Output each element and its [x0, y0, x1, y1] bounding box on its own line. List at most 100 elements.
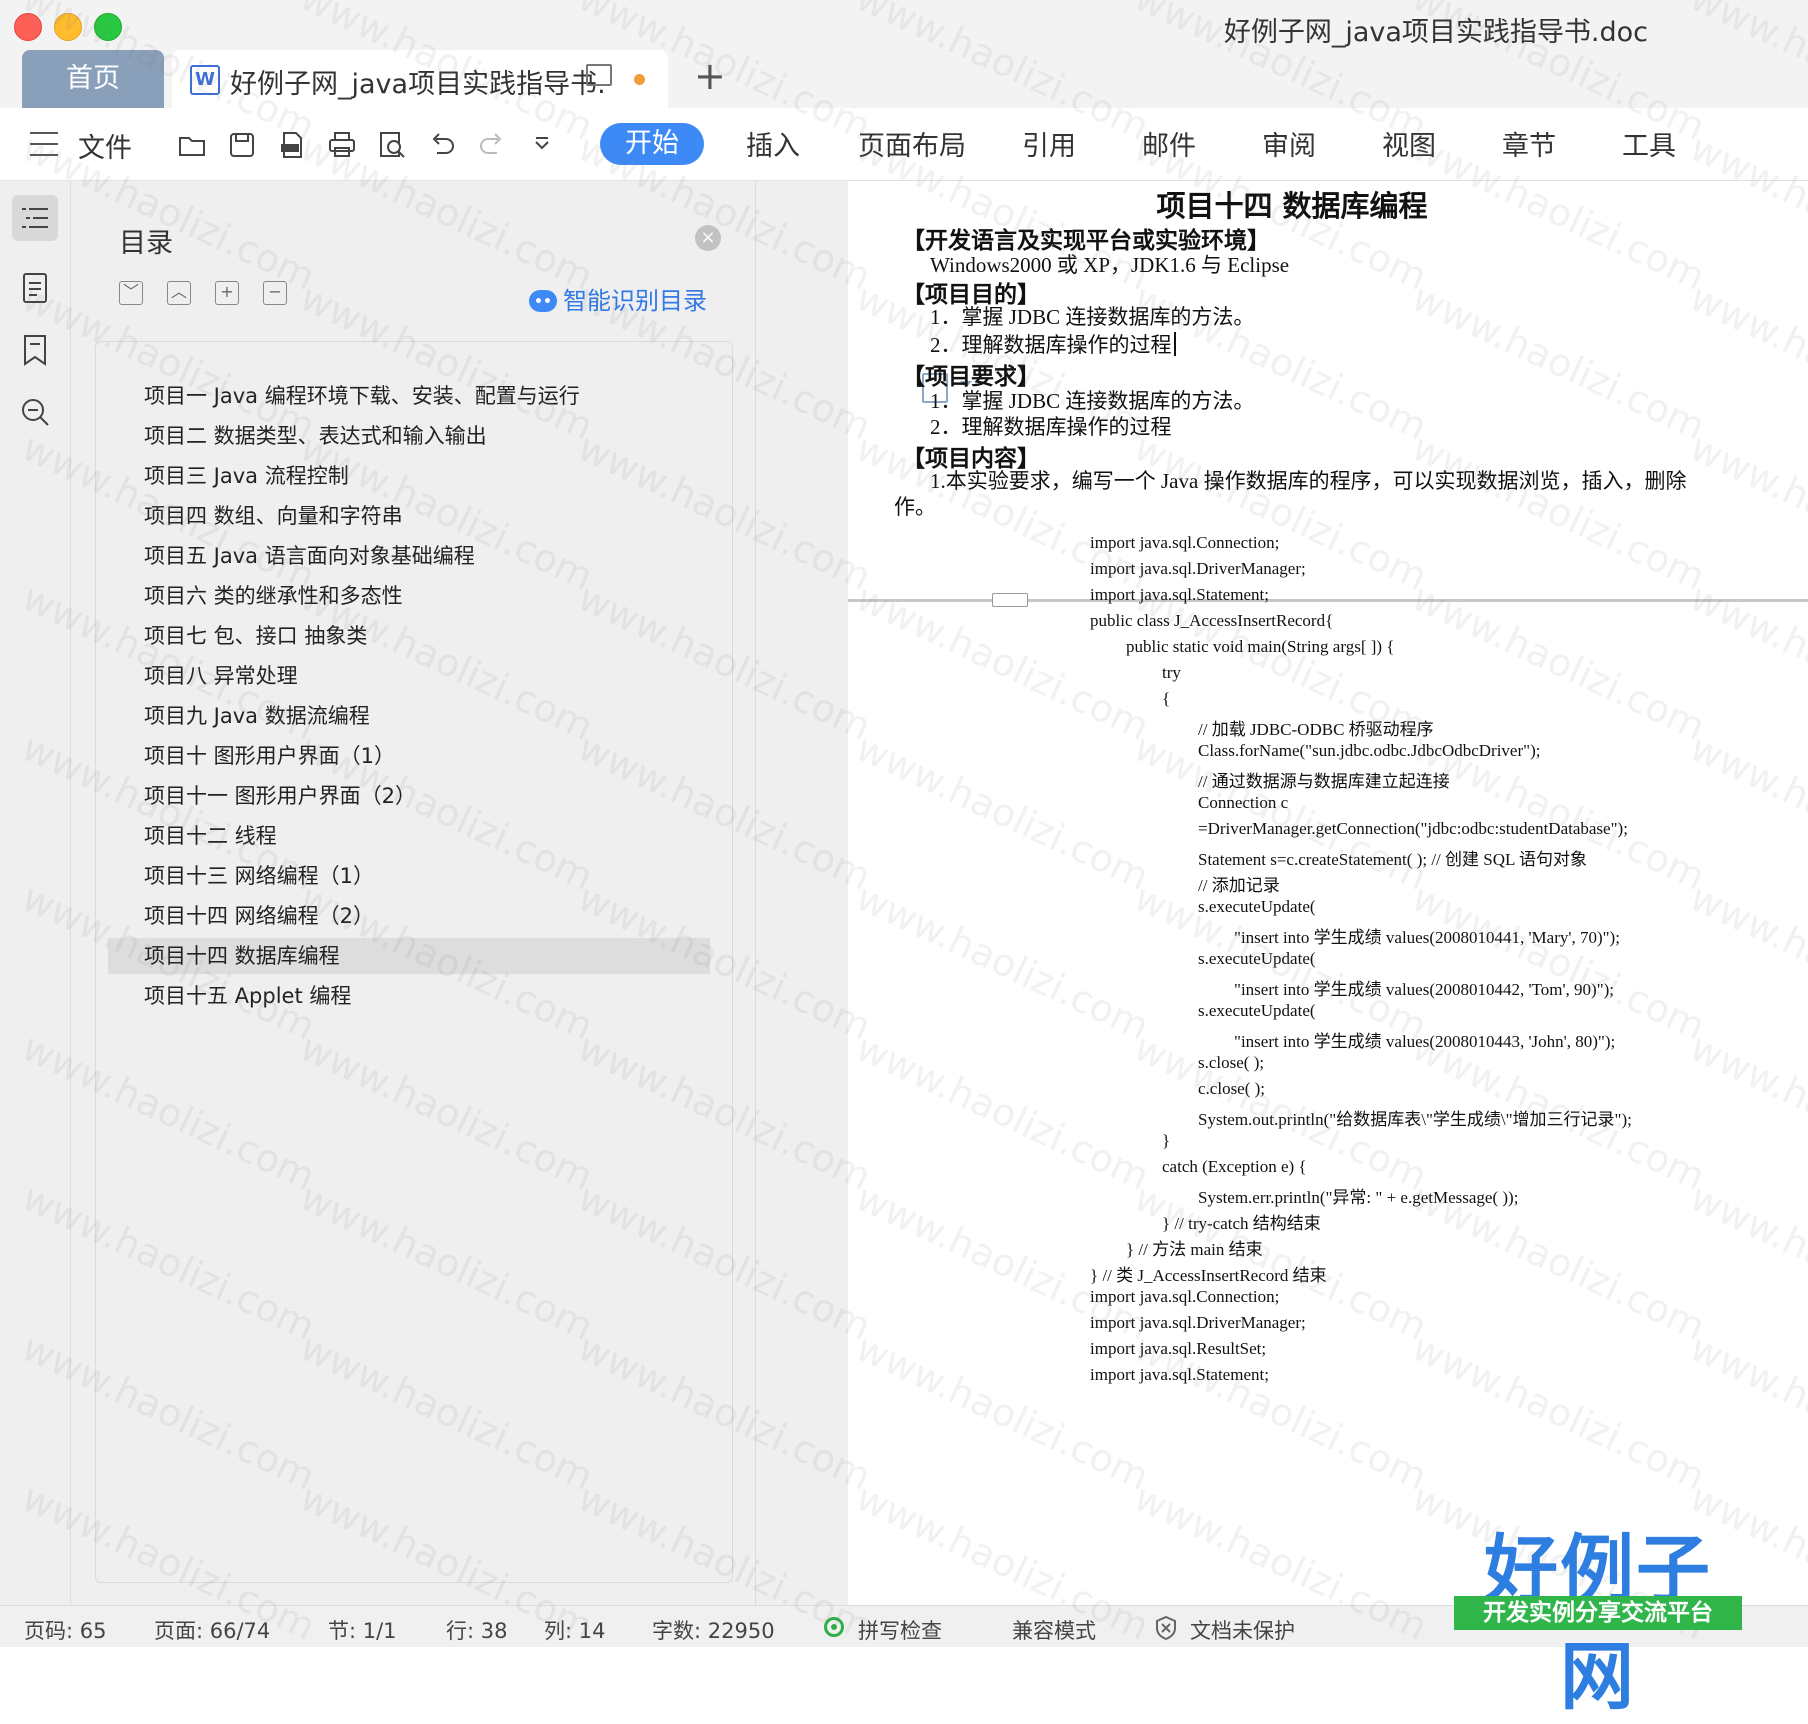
logo-tagline: 开发实例分享交流平台 — [1454, 1596, 1742, 1630]
paragraph-line: 1．掌握 JDBC 连接数据库的方法。 — [930, 301, 1254, 331]
print-icon[interactable] — [326, 130, 358, 162]
code-line: } — [1162, 1131, 1171, 1150]
ribbon-tab-tools[interactable]: 工具 — [1622, 124, 1676, 163]
compat-mode-label[interactable]: 兼容模式 — [1012, 1615, 1096, 1645]
code-line: import java.sql.ResultSet; — [1090, 1339, 1267, 1358]
document-outline-icon[interactable] — [12, 265, 58, 311]
more-chevron-down-icon[interactable] — [526, 130, 558, 162]
toc-item[interactable]: 项目八 异常处理 — [108, 658, 710, 694]
code-line: import java.sql.Statement; — [1090, 585, 1269, 604]
code-line: } // try-catch 结构结束 — [1162, 1214, 1321, 1233]
toc-list: 项目一 Java 编程环境下载、安装、配置与运行 项目二 数据类型、表达式和输入输… — [108, 378, 710, 1018]
ribbon-tab-references[interactable]: 引用 — [1022, 124, 1076, 163]
toc-item[interactable]: 项目十二 线程 — [108, 818, 710, 854]
toc-item[interactable]: 项目九 Java 数据流编程 — [108, 698, 710, 734]
toc-panel-icon[interactable] — [12, 195, 58, 241]
spell-check-icon — [824, 1617, 844, 1637]
find-replace-icon[interactable] — [12, 389, 58, 435]
smart-toc-button[interactable]: 智能识别目录 — [529, 281, 707, 316]
code-line: import java.sql.Statement; — [1090, 1365, 1269, 1384]
toc-item[interactable]: 项目四 数组、向量和字符串 — [108, 498, 710, 534]
minimize-window-button[interactable] — [54, 13, 82, 41]
panel-splitter[interactable] — [755, 181, 848, 1605]
save-icon[interactable] — [226, 130, 258, 162]
toc-title: 目录 — [119, 228, 173, 259]
zoom-window-button[interactable] — [94, 13, 122, 41]
export-pdf-icon[interactable] — [276, 130, 308, 162]
status-word-count[interactable]: 字数: 22950 — [652, 1615, 775, 1645]
spell-check-button[interactable]: 拼写检查 — [858, 1615, 942, 1645]
ribbon-tab-mailings[interactable]: 邮件 — [1142, 124, 1196, 163]
status-section: 节: 1/1 — [328, 1619, 397, 1643]
code-line: c.close( ); — [1198, 1079, 1266, 1098]
tab-document[interactable]: W 好例子网_java项目实践指导书. — [172, 50, 668, 108]
toc-item[interactable]: 项目二 数据类型、表达式和输入输出 — [108, 418, 710, 454]
line-text: 2．理解数据库操作的过程 — [930, 415, 1172, 439]
file-menu[interactable]: 文件 — [78, 126, 132, 165]
ribbon-tab-insert[interactable]: 插入 — [746, 124, 800, 163]
status-row: 行: 38 — [446, 1619, 508, 1643]
paragraph-line: 作。 — [894, 491, 936, 521]
code-line: "insert into 学生成绩 values(2008010442, 'To… — [1234, 980, 1615, 999]
ribbon-tab-review[interactable]: 审阅 — [1262, 124, 1316, 163]
toc-item[interactable]: 项目一 Java 编程环境下载、安装、配置与运行 — [108, 378, 710, 414]
side-icon-strip — [0, 181, 71, 1605]
toc-panel: 目录 × ﹀ ︿ + − 智能识别目录 项目一 Java 编程环境下载、安装、配… — [71, 181, 755, 1605]
hamburger-menu-icon[interactable] — [30, 132, 58, 156]
toc-list-box: 项目一 Java 编程环境下载、安装、配置与运行 项目二 数据类型、表达式和输入输… — [95, 341, 733, 1583]
code-line: s.executeUpdate( — [1198, 1001, 1316, 1020]
line-text: 作。 — [894, 495, 936, 519]
toc-item[interactable]: 项目六 类的继承性和多态性 — [108, 578, 710, 614]
expand-all-icon[interactable]: ﹀ — [119, 281, 143, 305]
tab-home[interactable]: 首页 — [22, 50, 164, 108]
remove-heading-icon[interactable]: − — [263, 281, 287, 305]
line-text: Windows2000 或 XP，JDK1.6 与 Eclipse — [930, 253, 1290, 277]
toc-item[interactable]: 项目五 Java 语言面向对象基础编程 — [108, 538, 710, 574]
code-line: import java.sql.DriverManager; — [1090, 1313, 1306, 1332]
toc-item[interactable]: 项目三 Java 流程控制 — [108, 458, 710, 494]
add-heading-icon[interactable]: + — [215, 281, 239, 305]
code-line: "insert into 学生成绩 values(2008010441, 'Ma… — [1234, 928, 1620, 947]
code-line: { — [1162, 689, 1171, 708]
code-line: "insert into 学生成绩 values(2008010443, 'Jo… — [1234, 1032, 1616, 1051]
code-line: } // 类 J_AccessInsertRecord 结束 — [1090, 1266, 1327, 1285]
ribbon-tab-start[interactable]: 开始 — [600, 123, 704, 165]
ribbon-tab-view[interactable]: 视图 — [1382, 124, 1436, 163]
open-folder-icon[interactable] — [176, 130, 208, 162]
bookmark-icon[interactable] — [12, 327, 58, 373]
code-line: s.close( ); — [1198, 1053, 1265, 1072]
title-bar: 好例子网_java项目实践指导书.doc — [0, 0, 1808, 50]
screen-icon[interactable] — [586, 64, 612, 86]
toc-item[interactable]: 项目十一 图形用户界面（2） — [108, 778, 710, 814]
document-canvas[interactable]: 项目十四 数据库编程 【开发语言及实现平台或实验环境】 Windows2000 或… — [848, 181, 1808, 1605]
word-doc-icon: W — [190, 65, 220, 95]
unsaved-dot-icon — [634, 74, 645, 85]
smart-toc-label: 智能识别目录 — [563, 287, 707, 315]
redo-icon[interactable] — [476, 130, 508, 162]
add-tab-button[interactable]: + — [694, 54, 726, 98]
document-protection-button[interactable]: 文档未保护 — [1190, 1615, 1295, 1645]
robot-icon — [529, 290, 557, 312]
collapse-all-icon[interactable]: ︿ — [167, 281, 191, 305]
undo-icon[interactable] — [426, 130, 458, 162]
code-line: catch (Exception e) { — [1162, 1157, 1307, 1176]
line-text: 1．掌握 JDBC 连接数据库的方法。 — [930, 305, 1255, 329]
close-toc-icon[interactable]: × — [695, 225, 721, 251]
toc-item[interactable]: 项目十三 网络编程（1） — [108, 858, 710, 894]
page-title: 项目十四 数据库编程 — [1156, 189, 1428, 223]
paragraph-line: 1.本实验要求，编写一个 Java 操作数据库的程序，可以实现数据浏览，插入，删… — [930, 465, 1687, 495]
print-preview-icon[interactable] — [376, 130, 408, 162]
line-text: 1.本实验要求，编写一个 Java 操作数据库的程序，可以实现数据浏览，插入，删… — [930, 469, 1687, 493]
toc-item[interactable]: 项目十四 网络编程（2） — [108, 898, 710, 934]
code-line: // 加载 JDBC-ODBC 桥驱动程序 — [1198, 720, 1434, 739]
toc-item[interactable]: 项目十五 Applet 编程 — [108, 978, 710, 1014]
code-line: public class J_AccessInsertRecord{ — [1090, 611, 1334, 630]
line-text: 1．掌握 JDBC 连接数据库的方法。 — [930, 389, 1255, 413]
ribbon-tab-section[interactable]: 章节 — [1502, 124, 1556, 163]
code-line: s.executeUpdate( — [1198, 949, 1316, 968]
toc-item[interactable]: 项目十 图形用户界面（1） — [108, 738, 710, 774]
ribbon-tab-page-layout[interactable]: 页面布局 — [858, 124, 966, 163]
toc-item[interactable]: 项目十四 数据库编程 — [108, 938, 710, 974]
toc-item[interactable]: 项目七 包、接口 抽象类 — [108, 618, 710, 654]
close-window-button[interactable] — [14, 13, 42, 41]
